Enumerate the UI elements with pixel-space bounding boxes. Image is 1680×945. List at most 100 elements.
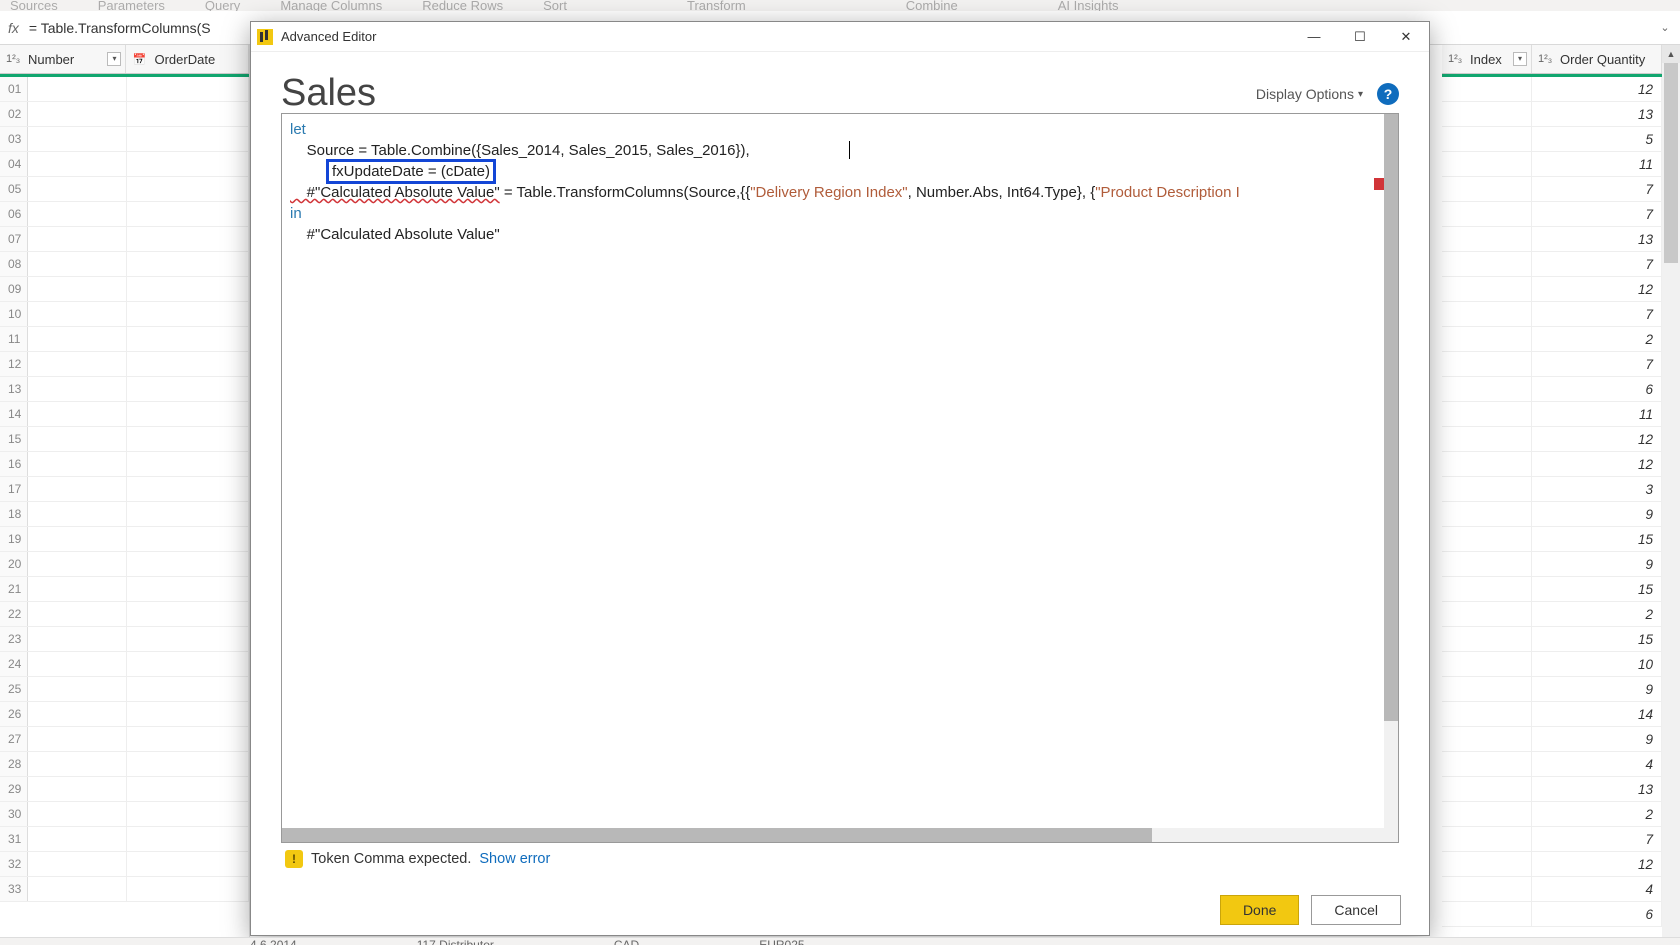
table-row[interactable]: 12 — [1442, 427, 1662, 452]
table-row[interactable]: 19 — [0, 527, 249, 552]
table-row[interactable]: 05 — [0, 177, 249, 202]
table-row[interactable]: 7 — [1442, 352, 1662, 377]
table-row[interactable]: 16 — [0, 452, 249, 477]
table-row[interactable]: 02 — [0, 102, 249, 127]
table-row[interactable]: 11 — [0, 327, 249, 352]
scroll-up-icon[interactable]: ▲ — [1662, 45, 1680, 63]
table-row[interactable]: 9 — [1442, 677, 1662, 702]
show-error-link[interactable]: Show error — [479, 851, 550, 867]
table-row[interactable]: 14 — [1442, 702, 1662, 727]
table-row[interactable]: 30 — [0, 802, 249, 827]
table-row[interactable]: 7 — [1442, 827, 1662, 852]
table-row[interactable]: 03 — [0, 127, 249, 152]
table-row[interactable]: 18 — [0, 502, 249, 527]
fx-icon[interactable]: fx — [8, 20, 19, 36]
help-icon[interactable]: ? — [1377, 83, 1399, 105]
table-row[interactable]: 31 — [0, 827, 249, 852]
table-row[interactable]: 27 — [0, 727, 249, 752]
col-header-order-quantity[interactable]: Order Quantity — [1560, 52, 1645, 67]
tab-combine[interactable]: Combine — [906, 0, 958, 11]
code-content[interactable]: let Source = Table.Combine({Sales_2014, … — [282, 114, 1398, 252]
tab-transform[interactable]: Transform — [687, 0, 746, 11]
table-row[interactable]: 22 — [0, 602, 249, 627]
dialog-title-bar[interactable]: Advanced Editor — ☐ ✕ — [251, 22, 1429, 52]
table-row[interactable]: 15 — [1442, 627, 1662, 652]
tab-sources[interactable]: Sources — [10, 0, 58, 11]
table-row[interactable]: 12 — [1442, 852, 1662, 877]
table-row[interactable]: 2 — [1442, 802, 1662, 827]
minimize-button[interactable]: — — [1291, 22, 1337, 52]
col-header-index[interactable]: Index — [1470, 52, 1502, 67]
filter-icon[interactable]: ▾ — [107, 52, 121, 66]
table-row[interactable]: 08 — [0, 252, 249, 277]
table-row[interactable]: 7 — [1442, 202, 1662, 227]
display-options-dropdown[interactable]: Display Options ▾ — [1256, 86, 1363, 102]
table-row[interactable]: 9 — [1442, 727, 1662, 752]
table-row[interactable]: 15 — [1442, 527, 1662, 552]
table-row[interactable]: 12 — [1442, 277, 1662, 302]
tab-sort[interactable]: Sort — [543, 0, 567, 11]
table-row[interactable]: 01 — [0, 77, 249, 102]
editor-vertical-scrollbar[interactable] — [1384, 114, 1398, 828]
table-row[interactable]: 5 — [1442, 127, 1662, 152]
error-marker[interactable] — [1374, 178, 1384, 190]
table-row[interactable]: 13 — [0, 377, 249, 402]
table-row[interactable]: 15 — [0, 427, 249, 452]
table-row[interactable]: 2 — [1442, 602, 1662, 627]
tab-ai-insights[interactable]: AI Insights — [1058, 0, 1119, 11]
scroll-thumb[interactable] — [1664, 63, 1678, 263]
table-row[interactable]: 06 — [0, 202, 249, 227]
table-row[interactable]: 4 — [1442, 877, 1662, 902]
table-row[interactable]: 33 — [0, 877, 249, 902]
col-header-orderdate[interactable]: OrderDate — [154, 52, 215, 67]
table-row[interactable]: 2 — [1442, 327, 1662, 352]
tab-parameters[interactable]: Parameters — [98, 0, 165, 11]
table-row[interactable]: 7 — [1442, 177, 1662, 202]
table-row[interactable]: 10 — [1442, 652, 1662, 677]
table-row[interactable]: 13 — [1442, 227, 1662, 252]
table-row[interactable]: 07 — [0, 227, 249, 252]
table-row[interactable]: 09 — [0, 277, 249, 302]
table-row[interactable]: 4 — [1442, 752, 1662, 777]
table-row[interactable]: 23 — [0, 627, 249, 652]
table-row[interactable]: 12 — [0, 352, 249, 377]
table-row[interactable]: 7 — [1442, 252, 1662, 277]
table-row[interactable]: 13 — [1442, 777, 1662, 802]
code-editor[interactable]: let Source = Table.Combine({Sales_2014, … — [281, 113, 1399, 843]
table-row[interactable]: 6 — [1442, 902, 1662, 927]
formula-expand-icon[interactable]: ⌄ — [1650, 21, 1680, 34]
table-row[interactable]: 14 — [0, 402, 249, 427]
table-row[interactable]: 32 — [0, 852, 249, 877]
table-row[interactable]: 15 — [1442, 577, 1662, 602]
table-row[interactable]: 17 — [0, 477, 249, 502]
cancel-button[interactable]: Cancel — [1311, 895, 1401, 925]
done-button[interactable]: Done — [1220, 895, 1299, 925]
tab-query[interactable]: Query — [205, 0, 240, 11]
tab-manage-columns[interactable]: Manage Columns — [280, 0, 382, 11]
table-row[interactable]: 12 — [1442, 452, 1662, 477]
table-row[interactable]: 26 — [0, 702, 249, 727]
table-row[interactable]: 9 — [1442, 502, 1662, 527]
table-row[interactable]: 11 — [1442, 152, 1662, 177]
table-row[interactable]: 24 — [0, 652, 249, 677]
table-row[interactable]: 6 — [1442, 377, 1662, 402]
tab-reduce-rows[interactable]: Reduce Rows — [422, 0, 503, 11]
vertical-scrollbar[interactable]: ▲ — [1662, 45, 1680, 945]
table-row[interactable]: 28 — [0, 752, 249, 777]
filter-icon[interactable]: ▾ — [1513, 52, 1527, 66]
table-row[interactable]: 12 — [1442, 77, 1662, 102]
maximize-button[interactable]: ☐ — [1337, 22, 1383, 52]
table-row[interactable]: 20 — [0, 552, 249, 577]
close-button[interactable]: ✕ — [1383, 22, 1429, 52]
table-row[interactable]: 10 — [0, 302, 249, 327]
table-row[interactable]: 3 — [1442, 477, 1662, 502]
table-row[interactable]: 13 — [1442, 102, 1662, 127]
table-row[interactable]: 29 — [0, 777, 249, 802]
editor-horizontal-scrollbar[interactable] — [282, 828, 1398, 842]
table-row[interactable]: 04 — [0, 152, 249, 177]
table-row[interactable]: 25 — [0, 677, 249, 702]
col-header-number[interactable]: Number — [28, 52, 74, 67]
table-row[interactable]: 9 — [1442, 552, 1662, 577]
table-row[interactable]: 21 — [0, 577, 249, 602]
table-row[interactable]: 11 — [1442, 402, 1662, 427]
